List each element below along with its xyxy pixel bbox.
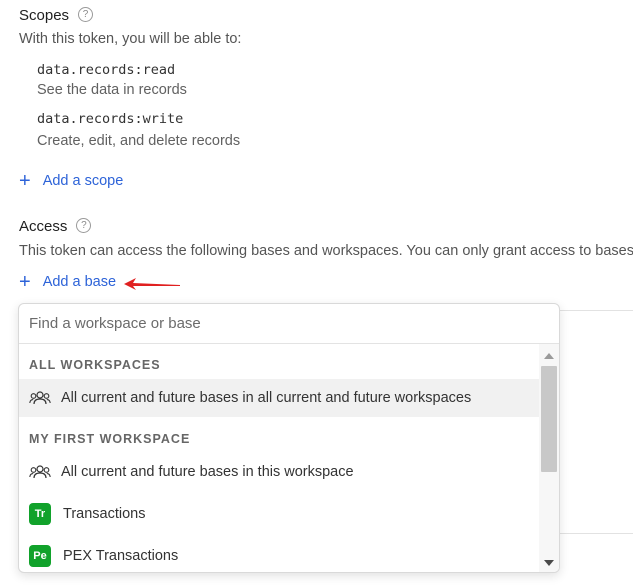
list-item[interactable]: Tr Transactions (19, 495, 539, 533)
item-label: PEX Transactions (63, 548, 179, 564)
list-item[interactable]: All current and future bases in all curr… (19, 379, 539, 417)
scope-name: data.records:read (37, 62, 176, 78)
scopes-heading: Scopes? (19, 7, 94, 24)
scroll-up-icon[interactable] (544, 353, 554, 359)
list-item[interactable]: Pe PEX Transactions (19, 537, 539, 572)
people-icon (29, 391, 51, 405)
base-badge: Tr (29, 503, 51, 525)
add-base-button[interactable]: + Add a base (19, 272, 116, 292)
scopes-description: With this token, you will be able to: (19, 31, 242, 47)
scrollbar[interactable] (539, 344, 559, 572)
scroll-down-icon[interactable] (544, 560, 554, 566)
group-header: MY FIRST WORKSPACE (29, 432, 191, 446)
search-input[interactable] (19, 304, 559, 344)
list-item[interactable]: All current and future bases in this wor… (19, 453, 539, 491)
access-heading: Access? (19, 218, 92, 235)
annotation-arrow-icon (124, 278, 180, 290)
help-icon[interactable]: ? (76, 218, 92, 234)
divider (560, 533, 633, 534)
item-label: All current and future bases in all curr… (61, 390, 472, 406)
item-label: Transactions (63, 506, 146, 522)
scope-description: See the data in records (37, 82, 187, 98)
plus-icon: + (19, 170, 31, 192)
add-base-label: Add a base (42, 274, 117, 290)
divider (560, 310, 633, 311)
item-label: All current and future bases in this wor… (61, 464, 354, 480)
workspace-base-dropdown: ALL WORKSPACES All current and future ba… (18, 303, 560, 573)
access-description: This token can access the following base… (19, 243, 633, 259)
scope-description: Create, edit, and delete records (37, 133, 241, 149)
scope-name: data.records:write (37, 111, 184, 127)
group-header: ALL WORKSPACES (29, 358, 161, 372)
scopes-title: Scopes (19, 7, 70, 24)
add-scope-button[interactable]: + Add a scope (19, 171, 123, 191)
scrollbar-thumb[interactable] (541, 366, 557, 472)
plus-icon: + (19, 271, 31, 293)
add-scope-label: Add a scope (42, 173, 124, 189)
people-icon (29, 465, 51, 479)
base-badge: Pe (29, 545, 51, 567)
access-title: Access (19, 218, 68, 235)
help-icon[interactable]: ? (78, 7, 94, 23)
